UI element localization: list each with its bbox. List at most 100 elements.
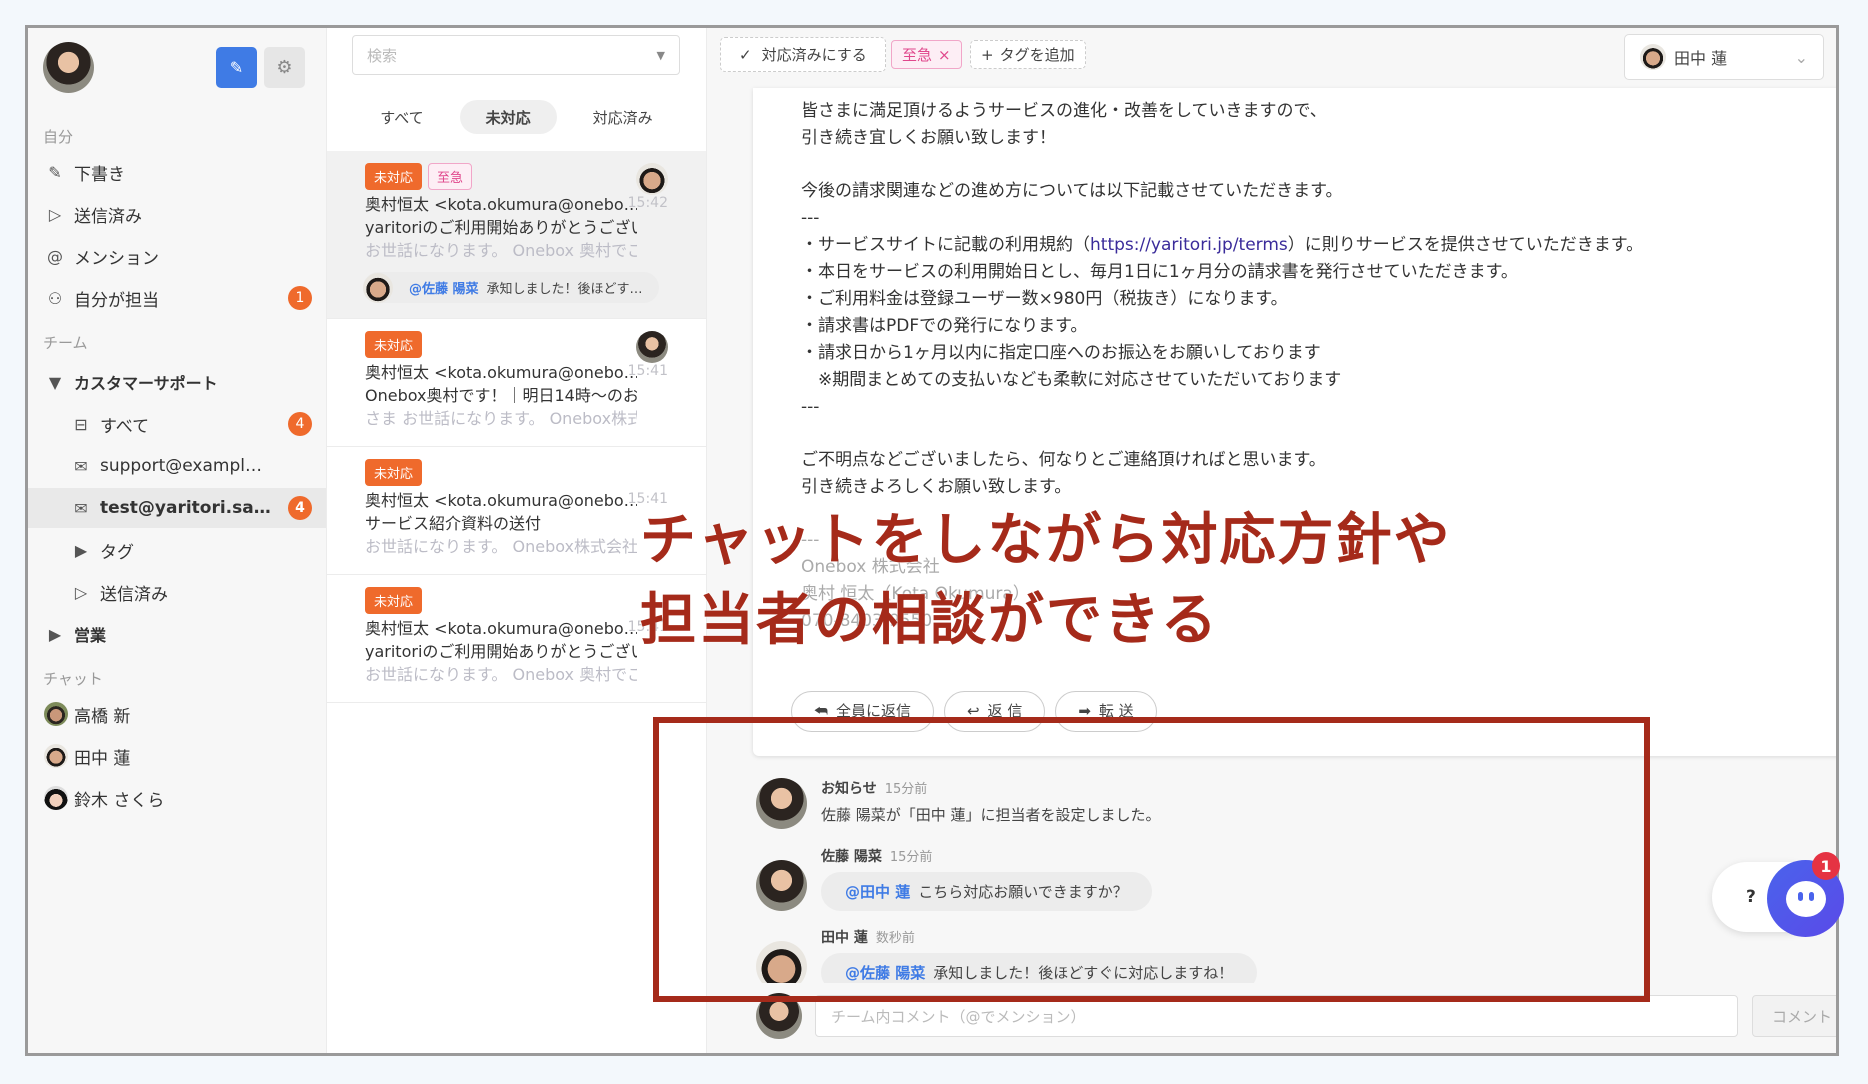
inbox-icon: ⊟ (74, 414, 88, 434)
sidebar-team-sales[interactable]: ▶ 営業 (28, 614, 326, 654)
tag-chip: 至急 × (891, 40, 962, 69)
subject: yaritoriのご利用開始ありがとうございま… (365, 642, 637, 661)
compose-button[interactable]: ✎ (216, 47, 257, 88)
pencil-icon: ✎ (48, 162, 62, 182)
timestamp: 15:41 (627, 363, 668, 379)
mail-line: ご不明点などございましたら、何なりとご連絡頂ければと思います。 (801, 450, 1326, 470)
section-label-team: チーム (43, 334, 88, 352)
list-item[interactable]: 未対応 奥村恒太 <kota.okumura@onebo… 15:41 Oneb… (327, 319, 706, 447)
sender: 奥村恒太 <kota.okumura@onebo… (365, 619, 637, 638)
count-badge: 4 (288, 412, 312, 436)
timestamp: 15:42 (627, 195, 668, 211)
tab-open[interactable]: 未対応 (459, 100, 557, 134)
caret-right-icon: ▶ (74, 540, 88, 560)
section-label-chat: チャット (43, 670, 103, 688)
sidebar-item-test-inbox[interactable]: ✉ test@yaritori.sa… 4 (28, 488, 326, 528)
sidebar-item-all[interactable]: ⊟ すべて 4 (28, 404, 326, 444)
mail-line: ※期間まとめての支払いなども柔軟に対応させていただいております (801, 370, 1342, 390)
list-item[interactable]: 未対応 至急 奥村恒太 <kota.okumura@onebo… 15:42 ya… (327, 151, 706, 319)
mail-icon: ✉ (74, 456, 88, 476)
subject: サービス紹介資料の送付 (365, 514, 542, 533)
status-badge: 未対応 (365, 459, 423, 486)
annotation-line-1: チャットをしながら対応方針や (640, 508, 1452, 573)
sender: 奥村恒太 <kota.okumura@onebo… (365, 195, 637, 214)
check-icon: ✓ (739, 45, 752, 64)
mail-line: ・請求書はPDFでの発行になります。 (801, 316, 1088, 336)
avatar (44, 786, 68, 810)
mail-line: ・請求日から1ヶ月以内に指定口座へのお振込をお願いしております (801, 343, 1321, 363)
chat-preview: @佐藤 陽菜 承知しました！後ほどす… (363, 272, 668, 303)
chat-bubble-icon (1785, 880, 1826, 917)
annotation-line-2: 担当者の相談ができる (640, 588, 1219, 653)
chat-user[interactable]: 鈴木 さくら (28, 778, 326, 818)
gear-icon: ⚙ (276, 57, 293, 78)
tab-done[interactable]: 対応済み (567, 100, 679, 134)
user-avatar[interactable] (43, 42, 94, 93)
assignee-avatar (636, 163, 668, 195)
chevron-down-icon: ⌄ (1794, 47, 1808, 67)
tag-remove-icon[interactable]: × (938, 46, 951, 64)
status-badge: 未対応 (365, 331, 423, 358)
mail-line: 今後の請求関連などの進め方については以下記載させていただきます。 (801, 181, 1343, 201)
snippet: お世話になります。 Onebox株式会社 奥… (365, 537, 637, 556)
mark-done-button[interactable]: ✓ 対応済みにする (720, 37, 886, 72)
avatar (44, 702, 68, 726)
caret-down-icon: ▼ (48, 372, 62, 392)
status-badge: 未対応 (365, 163, 423, 190)
terms-link[interactable]: https://yaritori.jp/terms (1090, 235, 1288, 255)
sidebar-item-team-sent[interactable]: ▷ 送信済み (28, 572, 326, 612)
sidebar-item-drafts[interactable]: ✎ 下書き (28, 152, 326, 192)
send-icon: ▷ (74, 582, 88, 602)
sidebar-item-mentions[interactable]: @ メンション (28, 236, 326, 276)
sender: 奥村恒太 <kota.okumura@onebo… (365, 491, 637, 510)
at-icon: @ (47, 246, 63, 266)
assignee-select[interactable]: 田中 蓮 ⌄ (1624, 34, 1824, 80)
caret-down-icon: ▼ (656, 48, 665, 62)
sidebar-item-support-inbox[interactable]: ✉ support@exampl… (28, 446, 326, 486)
settings-button[interactable]: ⚙ (264, 47, 305, 88)
mail-line: ・ご利用料金は登録ユーザー数×980円（税抜き）になります。 (801, 289, 1288, 309)
snippet: お世話になります。 Onebox 奥村でござ… (365, 241, 637, 260)
highlight-box (653, 717, 1650, 1002)
snippet: お世話になります。 Onebox 奥村でござ… (365, 665, 637, 684)
search-input[interactable]: 検索 ▼ (352, 35, 680, 75)
mail-line: ・本日をサービスの利用開始日とし、毎月1日に1ヶ月分の請求書を発行させていただき… (801, 262, 1518, 282)
subject: Onebox奥村です！｜明日14時〜のお打… (365, 386, 637, 405)
mail-line: ・サービスサイトに記載の利用規約（https://yaritori.jp/ter… (801, 235, 1644, 255)
user-icon: ⚇ (47, 288, 63, 308)
status-badge: 未対応 (365, 587, 423, 614)
tag-badge: 至急 (428, 163, 473, 190)
caret-right-icon: ▶ (48, 624, 62, 644)
pencil-icon: ✎ (229, 58, 244, 77)
sidebar-item-sent[interactable]: ▷ 送信済み (28, 194, 326, 234)
sidebar-item-assigned[interactable]: ⚇ 自分が担当 1 (28, 278, 326, 318)
comment-submit-button[interactable]: コメント (1752, 995, 1836, 1037)
plus-icon: + (981, 45, 994, 64)
count-badge: 4 (288, 496, 312, 520)
section-label-me: 自分 (43, 128, 74, 146)
sidebar-item-tags[interactable]: ▶ タグ (28, 530, 326, 570)
tab-all[interactable]: すべて (354, 100, 449, 134)
count-badge: 1 (288, 286, 312, 310)
add-tag-button[interactable]: + タグを追加 (970, 40, 1086, 69)
notification-badge: 1 (1812, 852, 1840, 880)
sidebar: ✎ ⚙ 自分 ✎ 下書き ▷ 送信済み @ メンション ⚇ 自分が担当 1 チーム ▼ カス… (28, 28, 327, 1053)
status-tabs: すべて 未対応 対応済み (327, 100, 706, 134)
mail-line: 引き続き宜しくお願い致します！ (801, 128, 1056, 148)
subject: yaritoriのご利用開始ありがとうございま… (365, 218, 637, 237)
chat-user[interactable]: 高橋 新 (28, 694, 326, 734)
mail-line: 皆さまに満足頂けるようサービスの進化・改善をしていきますので、 (801, 101, 1327, 121)
chat-user[interactable]: 田中 蓮 (28, 736, 326, 776)
sidebar-team-customer-support[interactable]: ▼ カスタマーサポート (28, 362, 326, 402)
mail-icon: ✉ (74, 498, 88, 518)
assignee-avatar (636, 331, 668, 363)
mail-line: --- (801, 208, 820, 228)
snippet: さま お世話になります。 Onebox株式会… (365, 409, 637, 428)
mail-line: --- (801, 397, 820, 417)
send-icon: ▷ (48, 204, 62, 224)
avatar (44, 744, 68, 768)
avatar (363, 272, 393, 303)
toolbar: ✓ 対応済みにする 至急 × + タグを追加 田中 蓮 ⌄ (708, 28, 1836, 88)
avatar (1640, 44, 1666, 70)
sender: 奥村恒太 <kota.okumura@onebo… (365, 363, 637, 382)
